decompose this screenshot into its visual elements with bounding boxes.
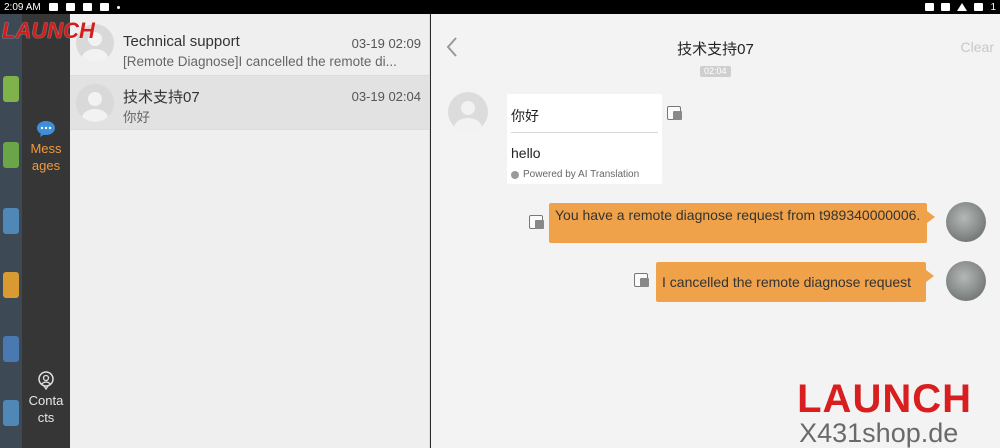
- translate-icon[interactable]: [667, 106, 682, 120]
- conversation-preview: 你好: [123, 110, 150, 125]
- settings-icon: [48, 3, 58, 11]
- nav-contacts-label: Conta cts: [28, 393, 64, 425]
- battery-icon: [974, 3, 984, 11]
- conversation-item[interactable]: 技术支持07 03-19 02:04 你好: [70, 76, 429, 130]
- nav-contacts[interactable]: Conta cts: [22, 370, 70, 426]
- conversation-time: 03-19 02:09: [351, 36, 421, 51]
- gallery-icon: [65, 3, 75, 11]
- nav-rail: Mess ages Conta cts: [22, 14, 70, 448]
- conversation-name: 技术支持07: [123, 89, 200, 106]
- default-user-icon: [454, 101, 482, 132]
- conversation-list: Technical support 03-19 02:09 [Remote Di…: [70, 14, 430, 448]
- video-icon: [99, 3, 109, 11]
- translate-icon[interactable]: [529, 215, 544, 229]
- launch-logo: LAUNCH: [2, 18, 95, 43]
- outgoing-message-bubble[interactable]: You have a remote diagnose request from …: [549, 203, 935, 243]
- incoming-message-bubble[interactable]: 你好 hello Powered by AI Translation: [507, 94, 662, 184]
- desktop-app-icon[interactable]: [3, 272, 19, 298]
- ai-translation-icon: [511, 170, 519, 179]
- desktop-app-icon[interactable]: [3, 76, 19, 102]
- powered-by-label: Powered by AI Translation: [511, 169, 639, 180]
- location-icon: [941, 3, 951, 11]
- conversation-time: 03-19 02:04: [351, 89, 421, 104]
- message-timestamp: 02:04: [700, 66, 731, 77]
- status-time: 2:09 AM: [4, 1, 41, 13]
- watermark-brand: LAUNCH: [797, 377, 972, 421]
- powered-by-text: Powered by AI Translation: [523, 169, 640, 180]
- translated-text: hello: [511, 145, 541, 161]
- clear-button[interactable]: Clear: [961, 39, 994, 55]
- translate-icon[interactable]: [634, 273, 649, 287]
- battery-level: 1: [990, 1, 996, 13]
- contacts-icon: [38, 371, 54, 390]
- conversation-preview: [Remote Diagnose]I cancelled the remote …: [123, 54, 397, 69]
- conversation-item[interactable]: Technical support 03-19 02:09 [Remote Di…: [70, 14, 429, 76]
- desktop-app-icon[interactable]: [3, 400, 19, 426]
- status-bar: 2:09 AM 1: [0, 0, 1000, 14]
- chat-bubble-icon: [37, 121, 55, 137]
- avatar: [76, 84, 114, 122]
- nav-messages[interactable]: Mess ages: [22, 120, 70, 174]
- cast-icon: [925, 3, 935, 11]
- watermark: LAUNCH X431shop.de: [797, 377, 972, 448]
- desktop-app-icon[interactable]: [3, 208, 19, 234]
- desktop-app-icon[interactable]: [3, 142, 19, 168]
- original-text: 你好: [511, 108, 539, 124]
- conversation-name: Technical support: [123, 33, 240, 50]
- notification-dot-icon: [116, 5, 120, 9]
- watermark-site: X431shop.de: [799, 418, 959, 448]
- desktop-app-strip: [0, 14, 22, 448]
- wifi-icon: [957, 3, 968, 11]
- translation-divider: [511, 132, 658, 133]
- contact-avatar[interactable]: [448, 92, 488, 132]
- camera-icon: [82, 3, 92, 11]
- chat-title: 技术支持07: [677, 41, 754, 58]
- nav-messages-label: Mess ages: [30, 141, 62, 173]
- desktop-app-icon[interactable]: [3, 336, 19, 362]
- user-avatar[interactable]: [946, 261, 986, 301]
- user-avatar[interactable]: [946, 202, 986, 242]
- outgoing-message-bubble[interactable]: I cancelled the remote diagnose request: [656, 262, 934, 302]
- default-user-icon: [82, 92, 108, 122]
